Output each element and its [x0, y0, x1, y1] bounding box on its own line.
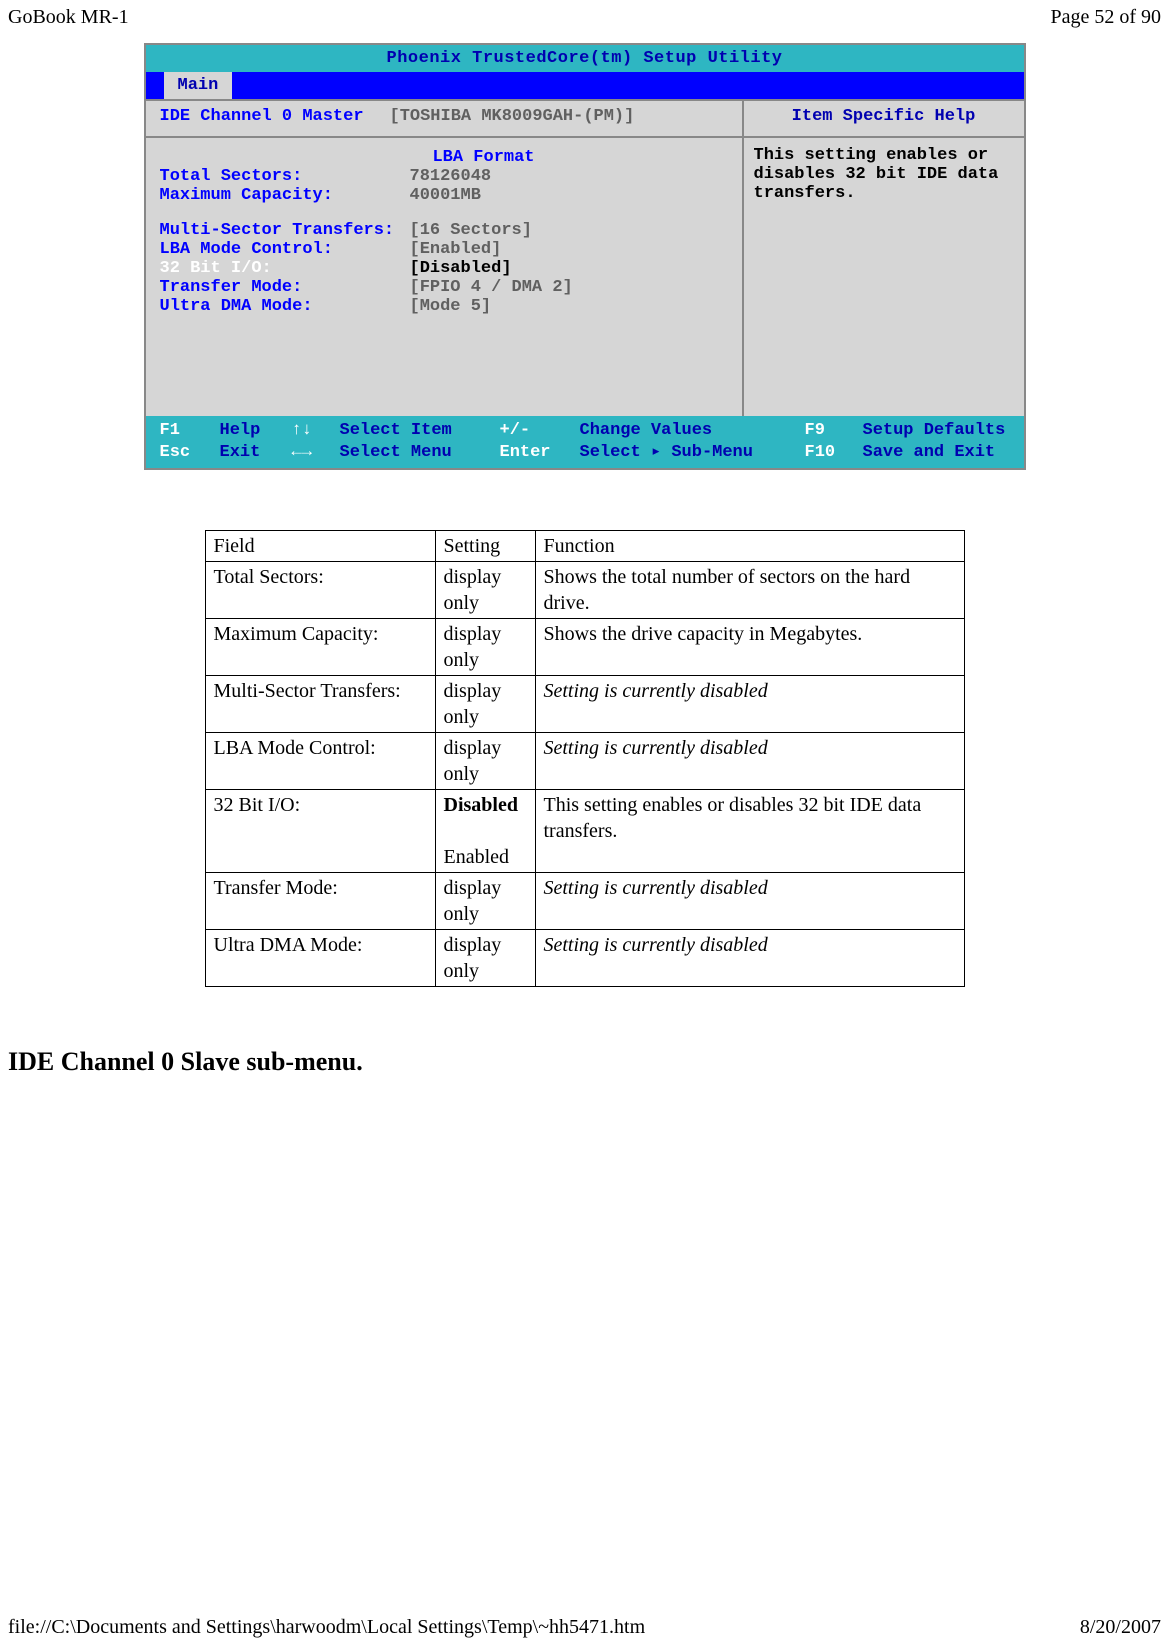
- bios-footer: F1 Help ↑↓ Select Item +/- Change Values…: [146, 416, 1024, 468]
- cell-setting: display only: [435, 676, 535, 733]
- field-transfer-mode[interactable]: Transfer Mode: [FPIO 4 / DMA 2]: [160, 278, 728, 297]
- cell-function: This setting enables or disables 32 bit …: [535, 790, 964, 873]
- cell-field: Maximum Capacity:: [205, 619, 435, 676]
- field-label: LBA Mode Control:: [160, 240, 410, 259]
- table-header-row: Field Setting Function: [205, 531, 964, 562]
- hint-save-exit: Save and Exit: [863, 443, 996, 462]
- key-f10: F10: [805, 443, 836, 462]
- field-32bit-io[interactable]: 32 Bit I/O: [Disabled]: [160, 259, 728, 278]
- col-field: Field: [205, 531, 435, 562]
- page-header: GoBook MR-1 Page 52 of 90: [0, 0, 1169, 43]
- table-row: 32 Bit I/O: Disabled Enabled This setting…: [205, 790, 964, 873]
- cell-field: Ultra DMA Mode:: [205, 930, 435, 987]
- hint-select-item: Select Item: [340, 421, 452, 440]
- hint-setup-defaults: Setup Defaults: [863, 421, 1006, 440]
- cell-field: 32 Bit I/O:: [205, 790, 435, 873]
- hint-exit: Exit: [220, 443, 261, 462]
- bios-help-header: Item Specific Help: [744, 101, 1024, 138]
- field-value: 40001MB: [410, 186, 481, 205]
- bold-text: Disabled: [444, 794, 518, 816]
- cell-setting: display only: [435, 619, 535, 676]
- table-row: Multi-Sector Transfers: display only Set…: [205, 676, 964, 733]
- section-heading: IDE Channel 0 Slave sub-menu.: [0, 987, 1169, 1077]
- italic-text: Setting is currently disabled: [544, 934, 768, 956]
- cell-field: Multi-Sector Transfers:: [205, 676, 435, 733]
- field-value: [Mode 5]: [410, 297, 492, 316]
- key-enter: Enter: [500, 443, 551, 462]
- field-value: 78126048: [410, 167, 492, 186]
- hint-help: Help: [220, 421, 261, 440]
- cell-setting: Disabled Enabled: [435, 790, 535, 873]
- field-value: [Disabled]: [410, 259, 512, 278]
- field-label: 32 Bit I/O:: [160, 259, 410, 278]
- reference-table: Field Setting Function Total Sectors: di…: [205, 530, 965, 987]
- field-ultra-dma[interactable]: Ultra DMA Mode: [Mode 5]: [160, 297, 728, 316]
- bios-left-pane: IDE Channel 0 Master [TOSHIBA MK8009GAH-…: [146, 101, 744, 416]
- field-value: [FPIO 4 / DMA 2]: [410, 278, 573, 297]
- bios-title: Phoenix TrustedCore(tm) Setup Utility: [146, 45, 1024, 72]
- file-path: file://C:\Documents and Settings\harwood…: [8, 1616, 645, 1639]
- cell-function: Setting is currently disabled: [535, 930, 964, 987]
- field-label: Transfer Mode:: [160, 278, 410, 297]
- bios-tab-main[interactable]: Main: [164, 72, 233, 99]
- italic-text: Setting is currently disabled: [544, 680, 768, 702]
- field-label: Multi-Sector Transfers:: [160, 221, 410, 240]
- cell-field: Total Sectors:: [205, 562, 435, 619]
- bios-window: Phoenix TrustedCore(tm) Setup Utility Ma…: [144, 43, 1026, 470]
- cell-field: LBA Mode Control:: [205, 733, 435, 790]
- bios-device-row: IDE Channel 0 Master [TOSHIBA MK8009GAH-…: [146, 101, 742, 138]
- field-label: Ultra DMA Mode:: [160, 297, 410, 316]
- alt-option: Enabled: [444, 846, 510, 868]
- cell-setting: display only: [435, 873, 535, 930]
- table-row: Maximum Capacity: display only Shows the…: [205, 619, 964, 676]
- field-lba-mode[interactable]: LBA Mode Control: [Enabled]: [160, 240, 728, 259]
- table-row: Ultra DMA Mode: display only Setting is …: [205, 930, 964, 987]
- bios-help-text: This setting enables or disables 32 bit …: [744, 138, 1024, 211]
- table-row: Total Sectors: display only Shows the to…: [205, 562, 964, 619]
- cell-setting: display only: [435, 930, 535, 987]
- field-label: Maximum Capacity:: [160, 186, 410, 205]
- bios-device-value: [TOSHIBA MK8009GAH-(PM)]: [390, 107, 635, 126]
- bios-menubar: Main: [146, 72, 1024, 99]
- cell-setting: display only: [435, 562, 535, 619]
- bios-help-pane: Item Specific Help This setting enables …: [744, 101, 1024, 416]
- cell-function: Shows the total number of sectors on the…: [535, 562, 964, 619]
- field-max-capacity: Maximum Capacity: 40001MB: [160, 186, 728, 205]
- table-row: LBA Mode Control: display only Setting i…: [205, 733, 964, 790]
- field-label: Total Sectors:: [160, 167, 410, 186]
- key-leftright: ←→: [292, 443, 312, 462]
- table-row: Transfer Mode: display only Setting is c…: [205, 873, 964, 930]
- col-setting: Setting: [435, 531, 535, 562]
- cell-field: Transfer Mode:: [205, 873, 435, 930]
- field-value: [Enabled]: [410, 240, 502, 259]
- cell-setting: display only: [435, 733, 535, 790]
- cell-function: Setting is currently disabled: [535, 733, 964, 790]
- italic-text: Setting is currently disabled: [544, 737, 768, 759]
- lba-format-header: LBA Format: [160, 148, 728, 167]
- col-function: Function: [535, 531, 964, 562]
- cell-function: Setting is currently disabled: [535, 676, 964, 733]
- page-footer: file://C:\Documents and Settings\harwood…: [0, 1610, 1169, 1645]
- file-date: 8/20/2007: [1080, 1616, 1161, 1639]
- italic-text: Setting is currently disabled: [544, 877, 768, 899]
- field-total-sectors: Total Sectors: 78126048: [160, 167, 728, 186]
- key-esc: Esc: [160, 443, 191, 462]
- doc-title: GoBook MR-1: [8, 6, 129, 29]
- key-plusminus: +/-: [500, 421, 531, 440]
- key-f1: F1: [160, 421, 180, 440]
- hint-submenu: Select ▸ Sub-Menu: [580, 443, 753, 462]
- field-value: [16 Sectors]: [410, 221, 532, 240]
- spacer: [160, 205, 728, 221]
- cell-function: Setting is currently disabled: [535, 873, 964, 930]
- cell-function: Shows the drive capacity in Megabytes.: [535, 619, 964, 676]
- hint-change-values: Change Values: [580, 421, 713, 440]
- field-multi-sector[interactable]: Multi-Sector Transfers: [16 Sectors]: [160, 221, 728, 240]
- page-indicator: Page 52 of 90: [1050, 6, 1161, 29]
- key-updown: ↑↓: [292, 421, 312, 440]
- key-f9: F9: [805, 421, 825, 440]
- bios-device-label: IDE Channel 0 Master: [160, 107, 390, 126]
- hint-select-menu: Select Menu: [340, 443, 452, 462]
